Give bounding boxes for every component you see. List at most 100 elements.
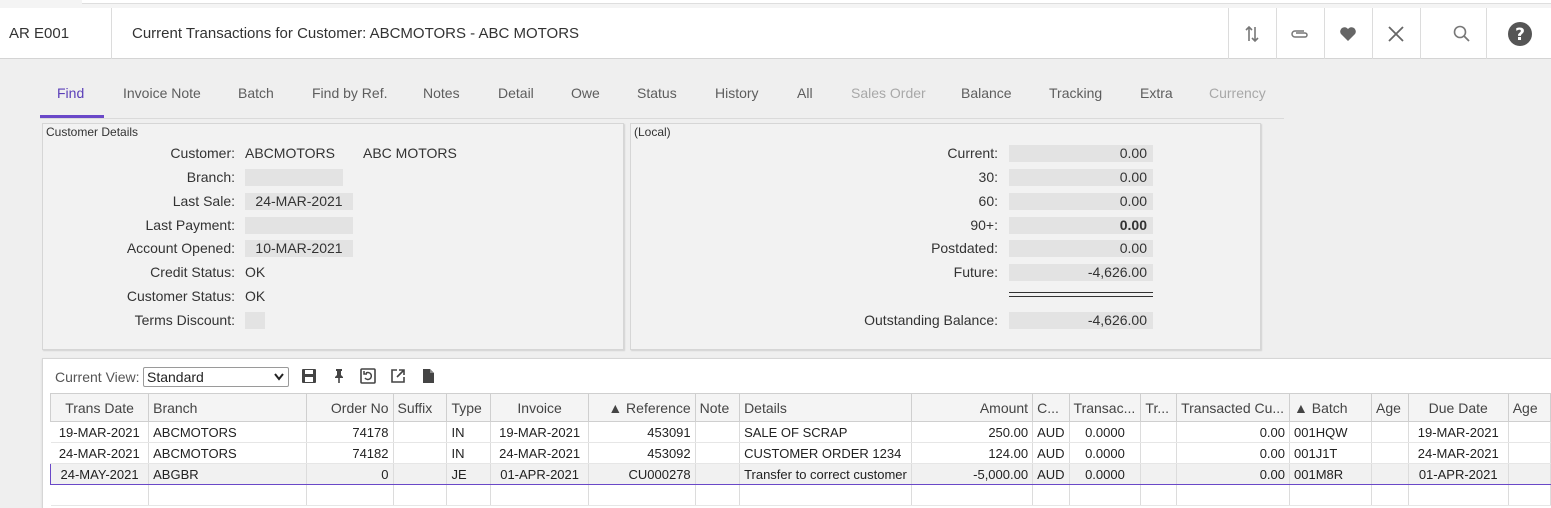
cell-type — [446, 484, 492, 506]
last-sale-label: Last Sale: — [172, 193, 235, 209]
col-currency[interactable]: C... — [1032, 393, 1070, 422]
top-strip — [0, 0, 1551, 8]
aging-90-value: 0.00 — [1009, 217, 1153, 234]
cell-transacted-rate: 0.0000 — [1069, 421, 1142, 443]
cell-order-no — [306, 484, 394, 506]
col-suffix[interactable]: Suffix — [392, 393, 448, 422]
col-trans-date[interactable]: Trans Date — [49, 393, 150, 422]
cell-amount: 124.00 — [911, 442, 1034, 464]
cell-amount — [911, 484, 1034, 506]
current-view-label: Current View: — [55, 369, 140, 385]
tab-find-by-ref[interactable]: Find by Ref. — [312, 78, 387, 118]
save-icon[interactable] — [300, 367, 318, 385]
cell-branch — [148, 484, 307, 506]
tab-all[interactable]: All — [797, 78, 813, 118]
cell-suffix — [393, 463, 448, 485]
export-icon[interactable] — [389, 367, 407, 385]
cell-trans-date: 24-MAY-2021 — [49, 463, 150, 485]
cell-branch: ABCMOTORS — [148, 442, 307, 464]
help-icon[interactable]: ? — [1496, 8, 1544, 59]
cell-order-no: 0 — [306, 463, 394, 485]
last-sale-field: 24-MAR-2021 — [245, 193, 353, 210]
tab-divider — [40, 118, 1284, 119]
tab-balance[interactable]: Balance — [961, 78, 1012, 118]
col-details[interactable]: Details — [739, 393, 912, 422]
tab-tracking[interactable]: Tracking — [1049, 78, 1102, 118]
cell-suffix — [393, 484, 448, 506]
cell-age — [1371, 421, 1409, 443]
close-icon[interactable] — [1372, 8, 1420, 59]
col-age[interactable]: Age — [1371, 393, 1409, 422]
cell-reference — [588, 484, 696, 506]
paperclip-icon[interactable] — [1276, 8, 1324, 59]
current-view-value: Standard — [147, 369, 204, 385]
col-batch[interactable]: ▲ Batch — [1288, 393, 1373, 422]
cell-age-2 — [1508, 463, 1551, 485]
cell-currency — [1032, 484, 1070, 506]
terms-discount-label: Terms Discount: — [134, 312, 235, 328]
cell-tr — [1140, 463, 1178, 485]
col-transacted-currency[interactable]: Transacted Cu... — [1176, 393, 1290, 422]
cell-tr — [1140, 421, 1178, 443]
col-order-no[interactable]: Order No — [305, 393, 394, 422]
cell-tr — [1140, 484, 1178, 506]
chevron-down-icon — [274, 373, 284, 381]
terms-discount-field — [245, 312, 265, 329]
cell-type: IN — [446, 442, 492, 464]
search-icon[interactable] — [1438, 8, 1486, 59]
panel-title: Customer Details — [46, 125, 139, 139]
col-branch[interactable]: Branch — [148, 393, 307, 422]
table-row[interactable]: 19-MAR-2021 ABCMOTORS 74178 IN 19-MAR-20… — [50, 421, 1551, 443]
aging-90-label: 90+: — [970, 217, 998, 233]
col-age-2[interactable]: Age — [1507, 393, 1551, 422]
title-bar: AR E001 Current Transactions for Custome… — [0, 8, 1551, 59]
customer-details-panel: Customer Details Customer: ABCMOTORS ABC… — [42, 123, 624, 350]
tab-find[interactable]: Find — [57, 78, 84, 118]
cell-trans-date: 24-MAR-2021 — [50, 442, 150, 464]
cell-trans-date — [50, 484, 150, 506]
tab-history[interactable]: History — [715, 78, 759, 118]
cell-order-no: 74182 — [306, 442, 394, 464]
cell-age-2 — [1508, 484, 1551, 506]
credit-status-label: Credit Status: — [150, 264, 235, 280]
col-invoice[interactable]: Invoice — [490, 393, 590, 422]
table-row[interactable]: 24-MAR-2021 ABCMOTORS 74182 IN 24-MAR-20… — [50, 442, 1551, 464]
cell-age-2 — [1508, 442, 1551, 464]
col-due-date[interactable]: Due Date — [1407, 393, 1509, 422]
col-amount[interactable]: Amount — [910, 393, 1034, 422]
cell-batch: 001J1T — [1289, 442, 1373, 464]
tab-owe[interactable]: Owe — [571, 78, 600, 118]
tab-detail[interactable]: Detail — [498, 78, 534, 118]
cell-transacted-rate — [1069, 484, 1142, 506]
total-rule — [1009, 292, 1153, 297]
branch-field — [245, 169, 343, 186]
pin-icon[interactable] — [330, 367, 348, 385]
transactions-panel: Current View: Standard Trans Date Branch… — [42, 358, 1551, 508]
cell-type: JE — [446, 463, 492, 485]
cell-note — [695, 442, 741, 464]
col-tr[interactable]: Tr... — [1140, 393, 1178, 422]
table-row-empty[interactable] — [50, 484, 1551, 506]
tab-status[interactable]: Status — [637, 78, 677, 118]
cell-reference: 453092 — [588, 442, 696, 464]
cell-reference: CU000278 — [588, 463, 696, 485]
future-label: Future: — [953, 264, 998, 280]
tab-sales-order: Sales Order — [851, 85, 926, 101]
tab-batch[interactable]: Batch — [238, 78, 274, 118]
tab-invoice-note[interactable]: Invoice Note — [123, 78, 201, 118]
tab-extra[interactable]: Extra — [1140, 78, 1173, 118]
col-transacted-rate[interactable]: Transac... — [1068, 393, 1142, 422]
postdated-label: Postdated: — [931, 240, 998, 256]
document-icon[interactable] — [419, 367, 437, 385]
table-row-selected[interactable]: 24-MAY-2021 ABGBR 0 JE 01-APR-2021 CU000… — [49, 463, 1551, 485]
heart-icon[interactable] — [1324, 8, 1372, 59]
col-note[interactable]: Note — [694, 393, 741, 422]
current-view-select[interactable]: Standard — [143, 367, 289, 387]
aging-60-value: 0.00 — [1009, 193, 1153, 210]
sort-icon[interactable] — [1228, 8, 1276, 59]
col-type[interactable]: Type — [446, 393, 492, 422]
cell-note — [695, 484, 741, 506]
reset-icon[interactable] — [359, 367, 377, 385]
tab-notes[interactable]: Notes — [423, 78, 460, 118]
col-reference[interactable]: ▲ Reference — [588, 393, 696, 422]
